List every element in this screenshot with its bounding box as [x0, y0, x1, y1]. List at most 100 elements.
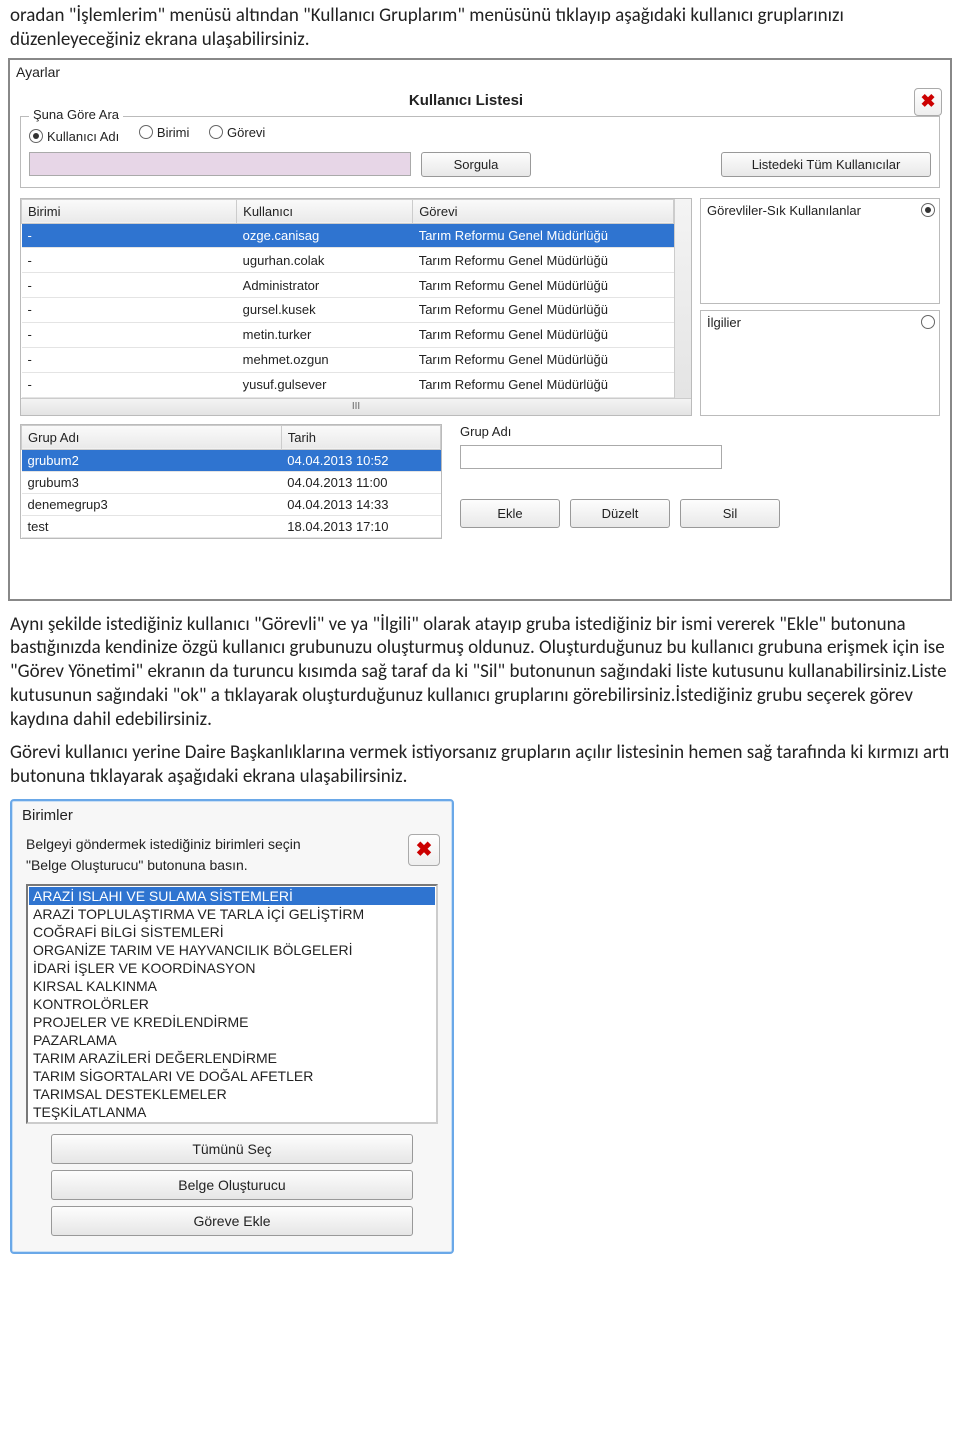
cell-duty: Tarım Reformu Genel Müdürlüğü [413, 248, 674, 273]
panel-title: Kullanıcı Listesi [18, 82, 914, 116]
list-item[interactable]: PAZARLAMA [29, 1031, 435, 1049]
table-row[interactable]: -yusuf.gulseverTarım Reformu Genel Müdür… [22, 372, 674, 397]
radio-unit[interactable]: Birimi [139, 125, 190, 140]
cell-unit: - [22, 223, 237, 248]
search-fieldset: Şuna Göre Ara Kullanıcı Adı Birimi Görev… [20, 116, 940, 188]
table-row[interactable]: denemegrup304.04.2013 14:33 [22, 493, 441, 515]
cell-unit: - [22, 347, 237, 372]
user-table[interactable]: Birimi Kullanıcı Görevi -ozge.canisagTar… [21, 199, 674, 398]
list-item[interactable]: KIRSAL KALKINMA [29, 977, 435, 995]
col-duty[interactable]: Görevi [413, 199, 674, 223]
cell-group: grubum2 [22, 449, 282, 471]
cell-unit: - [22, 273, 237, 298]
cell-user: gursel.kusek [237, 298, 413, 323]
list-item[interactable]: TARIM ARAZİLERİ DEĞERLENDİRME [29, 1049, 435, 1067]
units-line1: Belgeyi göndermek istediğiniz birimleri … [26, 834, 301, 855]
assign-task-button[interactable]: Göreve Ekle [51, 1206, 413, 1236]
table-row[interactable]: grubum304.04.2013 11:00 [22, 471, 441, 493]
table-row[interactable]: grubum204.04.2013 10:52 [22, 449, 441, 471]
table-row[interactable]: -AdministratorTarım Reformu Genel Müdürl… [22, 273, 674, 298]
list-item[interactable]: ARAZİ ISLAHI VE SULAMA SİSTEMLERİ [29, 887, 435, 905]
cell-user: ozge.canisag [237, 223, 413, 248]
hscrollbar[interactable]: III [21, 398, 691, 415]
units-panel: Birimler Belgeyi göndermek istediğiniz b… [10, 799, 454, 1254]
units-title: Birimler [12, 801, 452, 828]
col-unit[interactable]: Birimi [22, 199, 237, 223]
cell-unit: - [22, 322, 237, 347]
units-listbox[interactable]: ARAZİ ISLAHI VE SULAMA SİSTEMLERİ ARAZİ … [26, 884, 438, 1124]
table-row[interactable]: -ozge.canisagTarım Reformu Genel Müdürlü… [22, 223, 674, 248]
table-row[interactable]: -gursel.kusekTarım Reformu Genel Müdürlü… [22, 298, 674, 323]
cell-duty: Tarım Reformu Genel Müdürlüğü [413, 223, 674, 248]
query-button[interactable]: Sorgula [421, 152, 531, 177]
cell-duty: Tarım Reformu Genel Müdürlüğü [413, 273, 674, 298]
list-item[interactable]: COĞRAFİ BİLGİ SİSTEMLERİ [29, 923, 435, 941]
radio-duty[interactable]: Görevi [209, 125, 265, 140]
close-icon[interactable]: ✖ [914, 88, 942, 116]
list-item[interactable]: TARIM SİGORTALARI VE DOĞAL AFETLER [29, 1067, 435, 1085]
col-user[interactable]: Kullanıcı [237, 199, 413, 223]
cell-duty: Tarım Reformu Genel Müdürlüğü [413, 298, 674, 323]
cell-user: ugurhan.colak [237, 248, 413, 273]
list-item[interactable]: KONTROLÖRLER [29, 995, 435, 1013]
units-instructions: Belgeyi göndermek istediğiniz birimleri … [26, 834, 301, 876]
col-date[interactable]: Tarih [281, 425, 440, 449]
radio-duty-label: Görevi [227, 125, 265, 140]
related-label: İlgilier [707, 315, 741, 330]
related-box[interactable]: İlgilier [700, 310, 940, 416]
search-input[interactable] [29, 152, 411, 176]
group-table[interactable]: Grup Adı Tarih grubum204.04.2013 10:52 g… [21, 425, 441, 538]
window-title: Ayarlar [10, 60, 950, 82]
intro-paragraph-2: Aynı şekilde istediğiniz kullanıcı "Göre… [0, 609, 960, 738]
create-doc-button[interactable]: Belge Oluşturucu [51, 1170, 413, 1200]
table-row[interactable]: -metin.turkerTarım Reformu Genel Müdürlü… [22, 322, 674, 347]
select-all-button[interactable]: Tümünü Seç [51, 1134, 413, 1164]
cell-date: 18.04.2013 17:10 [281, 515, 440, 537]
cell-duty: Tarım Reformu Genel Müdürlüğü [413, 347, 674, 372]
group-name-label: Grup Adı [460, 424, 940, 439]
cell-date: 04.04.2013 11:00 [281, 471, 440, 493]
cell-group: grubum3 [22, 471, 282, 493]
radio-unit-label: Birimi [157, 125, 190, 140]
table-row[interactable]: -ugurhan.colakTarım Reformu Genel Müdürl… [22, 248, 674, 273]
list-item[interactable]: TARIMSAL DESTEKLEMELER [29, 1085, 435, 1103]
cell-group: denemegrup3 [22, 493, 282, 515]
cell-unit: - [22, 248, 237, 273]
list-item[interactable]: ARAZİ TOPLULAŞTIRMA VE TARLA İÇİ GELİŞTİ… [29, 905, 435, 923]
list-item[interactable]: İDARİ İŞLER VE KOORDİNASYON [29, 959, 435, 977]
favorites-radio[interactable] [921, 203, 935, 217]
list-item[interactable]: TEŞKİLATLANMA [29, 1103, 435, 1121]
cell-user: yusuf.gulsever [237, 372, 413, 397]
related-radio[interactable] [921, 315, 935, 329]
all-users-button[interactable]: Listedeki Tüm Kullanıcılar [721, 152, 931, 177]
table-row[interactable]: -mehmet.ozgunTarım Reformu Genel Müdürlü… [22, 347, 674, 372]
user-list-panel: Ayarlar Kullanıcı Listesi ✖ Şuna Göre Ar… [8, 58, 952, 601]
add-button[interactable]: Ekle [460, 499, 560, 528]
cell-duty: Tarım Reformu Genel Müdürlüğü [413, 322, 674, 347]
list-item[interactable]: PROJELER VE KREDİLENDİRME [29, 1013, 435, 1031]
user-table-container: Birimi Kullanıcı Görevi -ozge.canisagTar… [20, 198, 692, 416]
cell-date: 04.04.2013 10:52 [281, 449, 440, 471]
radio-username-label: Kullanıcı Adı [47, 129, 119, 144]
cell-user: Administrator [237, 273, 413, 298]
edit-button[interactable]: Düzelt [570, 499, 670, 528]
cell-unit: - [22, 372, 237, 397]
vscrollbar[interactable] [674, 199, 691, 398]
delete-button[interactable]: Sil [680, 499, 780, 528]
cell-unit: - [22, 298, 237, 323]
cell-duty: Tarım Reformu Genel Müdürlüğü [413, 372, 674, 397]
cell-date: 04.04.2013 14:33 [281, 493, 440, 515]
intro-paragraph-1: oradan "İşlemlerim" menüsü altından "Kul… [0, 0, 960, 58]
list-item[interactable]: ORGANİZE TARIM VE HAYVANCILIK BÖLGELERİ [29, 941, 435, 959]
group-name-input[interactable] [460, 445, 722, 469]
table-row[interactable]: test18.04.2013 17:10 [22, 515, 441, 537]
group-table-container: Grup Adı Tarih grubum204.04.2013 10:52 g… [20, 424, 442, 539]
cell-group: test [22, 515, 282, 537]
close-icon[interactable]: ✖ [408, 834, 440, 866]
units-line2: "Belge Oluşturucu" butonuna basın. [26, 855, 301, 876]
intro-paragraph-3: Görevi kullanıcı yerine Daire Başkanlıkl… [0, 737, 960, 795]
favorites-label: Görevliler-Sık Kullanılanlar [707, 203, 861, 218]
col-group-name[interactable]: Grup Adı [22, 425, 282, 449]
favorites-box[interactable]: Görevliler-Sık Kullanılanlar [700, 198, 940, 304]
radio-username[interactable]: Kullanıcı Adı [29, 129, 119, 144]
